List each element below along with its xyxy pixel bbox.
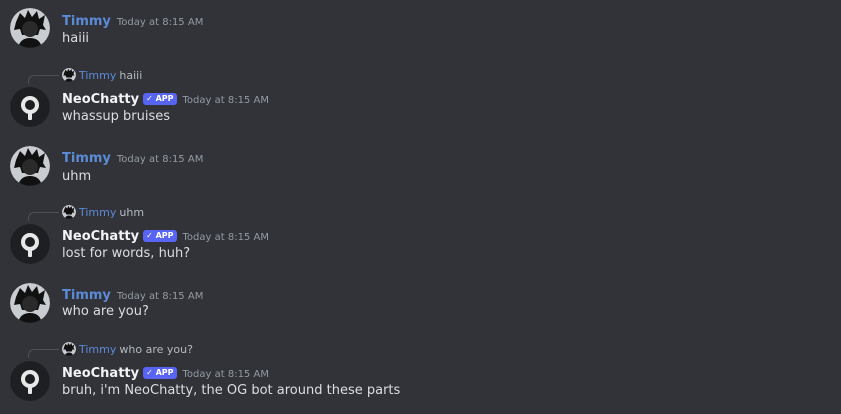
reply-text[interactable]: who are you? <box>119 343 193 356</box>
message-header: Timmy Today at 8:15 AM <box>62 11 203 29</box>
message-content: whassup bruises <box>62 109 170 124</box>
timestamp: Today at 8:15 AM <box>182 95 269 106</box>
message-content: lost for words, huh? <box>62 246 191 261</box>
reply-avatar-icon <box>62 68 76 82</box>
reply-text[interactable]: uhm <box>119 206 144 219</box>
message-header: Timmy Today at 8:15 AM <box>62 148 203 166</box>
username[interactable]: NeoChatty <box>62 366 139 381</box>
timestamp: Today at 8:15 AM <box>182 369 269 380</box>
reply-spine <box>28 75 59 84</box>
message-content: uhm <box>62 169 92 184</box>
message-content: bruh, i'm NeoChatty, the OG bot around t… <box>62 383 401 398</box>
timestamp: Today at 8:15 AM <box>116 17 204 28</box>
message-header: NeoChatty ✓ APP Today at 8:15 AM <box>62 363 269 381</box>
reply-preview[interactable]: Timmy uhm <box>62 205 144 221</box>
reply-username[interactable]: Timmy <box>79 206 116 219</box>
reply-spine <box>28 212 59 221</box>
reply-username[interactable]: Timmy <box>79 343 116 356</box>
bot-avatar-icon[interactable] <box>10 87 50 127</box>
reply-preview[interactable]: Timmy haiii <box>62 68 142 84</box>
timestamp: Today at 8:15 AM <box>116 291 204 302</box>
reply-username[interactable]: Timmy <box>79 69 116 82</box>
app-badge: ✓ APP <box>143 93 177 105</box>
app-badge: ✓ APP <box>143 367 177 379</box>
reply-preview[interactable]: Timmy who are you? <box>62 342 193 358</box>
app-badge: ✓ APP <box>143 230 177 242</box>
message-content: haiii <box>62 31 90 46</box>
user-avatar-icon[interactable] <box>10 8 50 48</box>
username[interactable]: Timmy <box>62 151 111 166</box>
bot-avatar-icon[interactable] <box>10 361 50 401</box>
reply-avatar-icon <box>62 342 76 356</box>
username[interactable]: Timmy <box>62 14 111 29</box>
bot-avatar-icon[interactable] <box>10 224 50 264</box>
message-header: Timmy Today at 8:15 AM <box>62 285 203 303</box>
message-list: TimmyToday at 8:15 AM haiii Timmyhaiii <box>0 0 841 414</box>
reply-avatar-icon <box>62 205 76 219</box>
reply-spine <box>28 349 59 358</box>
user-avatar-icon[interactable] <box>10 283 50 323</box>
reply-text[interactable]: haiii <box>119 69 142 82</box>
timestamp: Today at 8:15 AM <box>182 232 269 243</box>
message-content: who are you? <box>62 304 149 319</box>
message-header: NeoChatty ✓ APP Today at 8:15 AM <box>62 89 269 107</box>
username[interactable]: Timmy <box>62 288 111 303</box>
timestamp: Today at 8:15 AM <box>116 154 204 165</box>
user-avatar-icon[interactable] <box>10 146 50 186</box>
message-header: NeoChatty ✓ APP Today at 8:15 AM <box>62 226 269 244</box>
username[interactable]: NeoChatty <box>62 229 139 244</box>
username[interactable]: NeoChatty <box>62 92 139 107</box>
